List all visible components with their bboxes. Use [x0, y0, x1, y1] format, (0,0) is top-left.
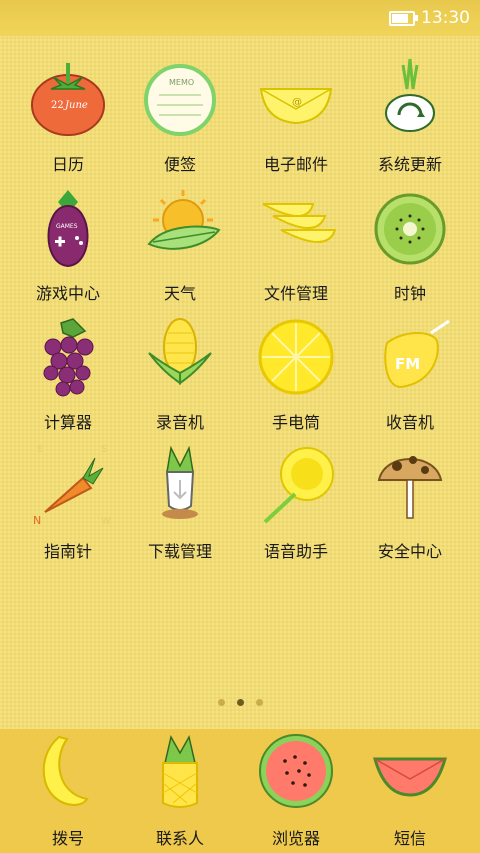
- app-label: 电子邮件: [263, 155, 328, 174]
- dock: 拨号 联系人 浏览器 短信: [0, 729, 480, 853]
- svg-text:W: W: [101, 516, 111, 527]
- app-email[interactable]: @ 电子邮件: [236, 55, 356, 175]
- app-radio[interactable]: FM 收音机: [350, 313, 470, 433]
- radish-download-icon: [162, 445, 198, 519]
- app-label: 时钟: [393, 284, 426, 303]
- app-clock[interactable]: 时钟: [350, 184, 470, 304]
- dock-contacts[interactable]: 联系人: [120, 729, 240, 849]
- app-calculator[interactable]: 计算器: [8, 313, 128, 433]
- app-label: 下载管理: [147, 542, 212, 561]
- dock-browser[interactable]: 浏览器: [236, 729, 356, 849]
- onion-update-icon: [385, 58, 435, 132]
- app-label: 录音机: [155, 413, 204, 432]
- app-game-center[interactable]: GAMES 游戏中心: [8, 184, 128, 304]
- app-calendar[interactable]: 22 June 日历: [8, 55, 128, 175]
- dock-sms[interactable]: 短信: [350, 729, 470, 849]
- notes-icon: MEMO: [144, 64, 216, 136]
- svg-text:FM: FM: [395, 355, 420, 373]
- svg-text:N: N: [33, 514, 41, 527]
- app-label: 系统更新: [377, 155, 442, 174]
- app-label: 语音助手: [263, 542, 328, 561]
- svg-text:June: June: [63, 100, 88, 111]
- app-label: 安全中心: [377, 542, 442, 561]
- svg-text:MEMO: MEMO: [169, 78, 194, 87]
- svg-text:@: @: [292, 97, 302, 108]
- status-right: 13:30: [389, 6, 470, 30]
- page-dot[interactable]: [255, 699, 263, 706]
- app-label: 拨号: [51, 829, 84, 848]
- status-bar: 13:30: [0, 0, 480, 36]
- svg-text:S: S: [101, 444, 107, 455]
- app-label: 计算器: [43, 413, 92, 432]
- eggplant-game-icon: GAMES: [47, 190, 89, 268]
- lemon-slices-files-icon: [262, 203, 337, 243]
- status-time: 13:30: [421, 8, 470, 28]
- app-flashlight[interactable]: 手电筒: [236, 313, 356, 433]
- sunflower-voice-icon: [263, 447, 334, 524]
- app-label: 游戏中心: [35, 284, 100, 303]
- app-notes[interactable]: MEMO 便签: [120, 55, 240, 175]
- sun-leaf-weather-icon: [147, 190, 221, 250]
- app-label: 天气: [163, 284, 196, 303]
- app-label: 手电筒: [271, 413, 320, 432]
- app-label: 浏览器: [271, 829, 320, 848]
- app-weather[interactable]: 天气: [120, 184, 240, 304]
- pineapple-contacts-icon: [162, 734, 198, 808]
- app-security-center[interactable]: 安全中心: [350, 442, 470, 562]
- tomato-calendar-icon: 22 June: [31, 63, 105, 136]
- watermelon-envelope-sms-icon: [373, 757, 447, 797]
- page-indicator: [0, 699, 480, 706]
- banana-phone-icon: [42, 735, 89, 806]
- app-recorder[interactable]: 录音机: [120, 313, 240, 433]
- app-label: 指南针: [43, 542, 92, 561]
- app-system-update[interactable]: 系统更新: [350, 55, 470, 175]
- app-compass[interactable]: N E S W 指南针: [8, 442, 128, 562]
- mushroom-security-icon: [377, 456, 443, 519]
- watermelon-browser-icon: [259, 734, 333, 808]
- corn-recorder-icon: [148, 318, 212, 385]
- lemon-flashlight-icon: [258, 319, 334, 395]
- app-label: 短信: [393, 829, 426, 848]
- app-label: 日历: [51, 155, 84, 174]
- app-file-manager[interactable]: 文件管理: [236, 184, 356, 304]
- page-dot-active[interactable]: [236, 699, 244, 706]
- grape-calculator-icon: [43, 318, 94, 397]
- dock-phone[interactable]: 拨号: [8, 729, 128, 849]
- carrot-compass-icon: N E S W: [33, 444, 111, 527]
- svg-text:22: 22: [51, 100, 64, 111]
- lemon-envelope-icon: @: [259, 88, 333, 125]
- app-voice-assistant[interactable]: 语音助手: [236, 442, 356, 562]
- lemon-radio-icon: FM: [384, 319, 450, 389]
- svg-text:GAMES: GAMES: [56, 223, 78, 230]
- app-label: 联系人: [155, 829, 204, 848]
- page-dot[interactable]: [217, 699, 225, 706]
- app-label: 文件管理: [263, 284, 328, 303]
- app-label: 收音机: [385, 413, 434, 432]
- battery-icon: [389, 10, 418, 26]
- kiwi-clock-icon: [374, 193, 446, 265]
- app-download-manager[interactable]: 下载管理: [120, 442, 240, 562]
- svg-text:E: E: [37, 444, 43, 455]
- app-label: 便签: [163, 155, 196, 174]
